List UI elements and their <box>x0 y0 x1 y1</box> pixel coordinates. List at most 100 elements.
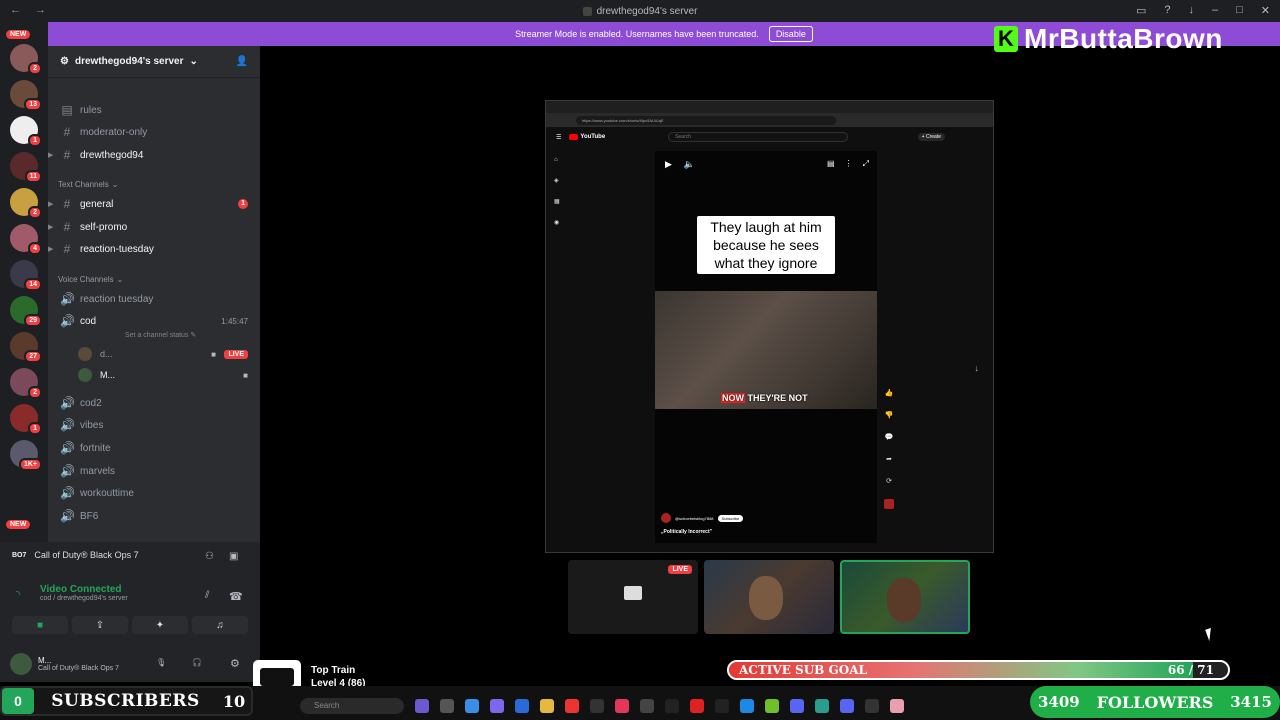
server-icon[interactable]: 2 <box>10 368 42 399</box>
channel-reaction-tuesday[interactable]: ▶ # reaction-tuesday <box>48 239 260 259</box>
channel-drewthegod94[interactable]: ▶ # drewthegod94 <box>48 145 260 165</box>
voice-channel-cod[interactable]: 🔊 cod 1:45:47 <box>48 311 260 331</box>
remix-icon[interactable]: ⟳ <box>886 477 892 485</box>
share-icon[interactable]: ➦ <box>886 455 892 463</box>
forward-icon[interactable]: → <box>35 4 46 16</box>
channel-avatar[interactable] <box>661 513 671 523</box>
more-icon[interactable]: ⋮ <box>845 159 853 169</box>
dislike-icon[interactable]: 👎 <box>885 411 894 419</box>
maximize-icon[interactable]: □ <box>1236 4 1243 17</box>
server-icon[interactable]: 2 <box>10 188 42 219</box>
voice-channel-cod2[interactable]: 🔊 cod2 <box>48 393 260 413</box>
apps-icon[interactable] <box>790 699 804 713</box>
voice-channel-workouttime[interactable]: 🔊 workouttime <box>48 483 260 503</box>
game-icon[interactable] <box>865 699 879 713</box>
app-icon[interactable] <box>415 699 429 713</box>
noise-suppression-icon[interactable]: ⫽ <box>205 590 209 601</box>
capcut-icon[interactable] <box>715 699 729 713</box>
play-icon[interactable]: ▶ <box>665 159 672 170</box>
server-icon[interactable]: 29 <box>10 296 42 327</box>
server-icon[interactable]: 13 <box>10 80 42 111</box>
server-icon[interactable]: 1 <box>10 116 42 147</box>
gear-icon[interactable]: ⚙ <box>230 657 240 670</box>
voice-channel-bf6[interactable]: 🔊 BF6 <box>48 506 260 526</box>
soundboard-button[interactable]: ♫ <box>192 616 248 634</box>
notes-icon[interactable] <box>890 699 904 713</box>
activities-button[interactable]: ✦ <box>132 616 188 634</box>
youtube-logo[interactable]: YouTube <box>569 134 605 140</box>
arrow-down-icon[interactable]: ↓ <box>975 363 980 373</box>
captions-icon[interactable]: ▤ <box>827 159 835 169</box>
url[interactable]: https://www.youtube.com/shorts/f4pv5AUiU… <box>576 115 836 125</box>
you-icon[interactable]: ◉ <box>554 219 560 226</box>
sound-icon[interactable] <box>884 499 894 509</box>
nvidia-icon[interactable] <box>765 699 779 713</box>
game-activity[interactable]: BO7 Call of Duty® Black Ops 7 <box>12 550 139 560</box>
server-icon[interactable]: 14 <box>10 260 42 291</box>
voice-channel-fortnite[interactable]: 🔊 fortnite <box>48 438 260 458</box>
channel-general[interactable]: ▶ # general 1 <box>48 194 260 214</box>
address-bar[interactable]: https://www.youtube.com/shorts/f4pv5AUiU… <box>546 113 993 127</box>
home-icon[interactable]: ⌂ <box>554 157 560 163</box>
menu-icon[interactable]: ☰ <box>556 134 561 141</box>
disable-button[interactable]: Disable <box>768 26 813 42</box>
stream-tile[interactable] <box>704 560 834 634</box>
like-icon[interactable]: 👍 <box>885 389 894 397</box>
inbox-icon[interactable]: ▭ <box>1136 4 1146 17</box>
voice-user[interactable]: d... ■ LIVE <box>78 345 260 363</box>
browser-tabs[interactable] <box>546 101 993 113</box>
channel-rules[interactable]: ▤ rules <box>48 100 260 120</box>
cod-icon[interactable] <box>665 699 679 713</box>
server-header[interactable]: ⚙ drewthegod94's server ⌄ 👤 <box>48 46 260 78</box>
server-icon[interactable]: 2 <box>10 44 42 75</box>
voice-channel-reaction-tuesday[interactable]: 🔊 reaction tuesday <box>48 289 260 309</box>
channel-handle[interactable]: @schoebelsblog7868 <box>675 516 714 521</box>
subscribe-button[interactable]: Subscribe <box>717 514 744 522</box>
voice-user[interactable]: M... ■ <box>78 366 260 384</box>
create-button[interactable]: + Create <box>917 133 945 141</box>
add-member-icon[interactable]: 👤 <box>236 56 248 67</box>
voice-channel-marvels[interactable]: 🔊 marvels <box>48 461 260 481</box>
screen-share-button[interactable]: ⇪ <box>72 616 128 634</box>
battlenet-icon[interactable] <box>740 699 754 713</box>
steam-icon[interactable] <box>640 699 654 713</box>
server-icon[interactable]: 4 <box>10 224 42 255</box>
close-icon[interactable]: ✕ <box>1261 4 1270 17</box>
task-view-icon[interactable] <box>440 699 454 713</box>
short-video[interactable]: ▶ 🔈 ▤ ⋮ ⤢ They laugh at him because he s… <box>655 151 877 543</box>
tiktok-icon[interactable] <box>615 699 629 713</box>
back-icon[interactable]: ← <box>10 4 21 16</box>
headphones-icon[interactable]: 🎧 <box>192 658 202 667</box>
terminal-icon[interactable] <box>590 699 604 713</box>
subscriptions-icon[interactable]: ▦ <box>554 198 560 205</box>
server-icon[interactable]: 27 <box>10 332 42 363</box>
mic-icon[interactable]: 🎙 <box>156 658 166 667</box>
comment-icon[interactable]: 💬 <box>885 433 894 441</box>
channel-moderator-only[interactable]: # moderator-only <box>48 122 260 142</box>
camera-button[interactable]: ■ <box>12 616 68 634</box>
disconnect-icon[interactable]: ☎ <box>229 590 243 603</box>
channel-status[interactable]: Set a channel status ✎ <box>125 331 196 339</box>
channel-self-promo[interactable]: ▶ # self-promo <box>48 217 260 237</box>
fullscreen-icon[interactable]: ⤢ <box>863 159 869 169</box>
volume-icon[interactable]: 🔈 <box>684 159 695 170</box>
download-icon[interactable]: ↓ <box>1189 4 1195 17</box>
teams-icon[interactable] <box>490 699 504 713</box>
voice-channel-vibes[interactable]: 🔊 vibes <box>48 415 260 435</box>
chrome-icon[interactable] <box>815 699 829 713</box>
edge-icon[interactable] <box>465 699 479 713</box>
taskbar-search[interactable]: Search <box>300 698 404 714</box>
shorts-icon[interactable]: ◈ <box>554 177 560 184</box>
store-icon[interactable] <box>515 699 529 713</box>
folder-icon[interactable] <box>540 699 554 713</box>
stream-tile[interactable] <box>840 560 970 634</box>
people-icon[interactable]: ⚇ <box>205 551 214 562</box>
user-area[interactable]: M... Call of Duty® Black Ops 7 🎙 🎧 ⚙ <box>10 652 250 676</box>
server-icon[interactable]: 1 <box>10 404 42 435</box>
category-voice-channels[interactable]: Voice Channels ⌄ <box>58 275 123 284</box>
opera-icon[interactable] <box>690 699 704 713</box>
discord-icon[interactable] <box>840 699 854 713</box>
server-icon[interactable]: 1K+ <box>10 440 42 471</box>
screen-icon[interactable]: ▣ <box>229 551 238 562</box>
youtube-icon[interactable] <box>565 699 579 713</box>
